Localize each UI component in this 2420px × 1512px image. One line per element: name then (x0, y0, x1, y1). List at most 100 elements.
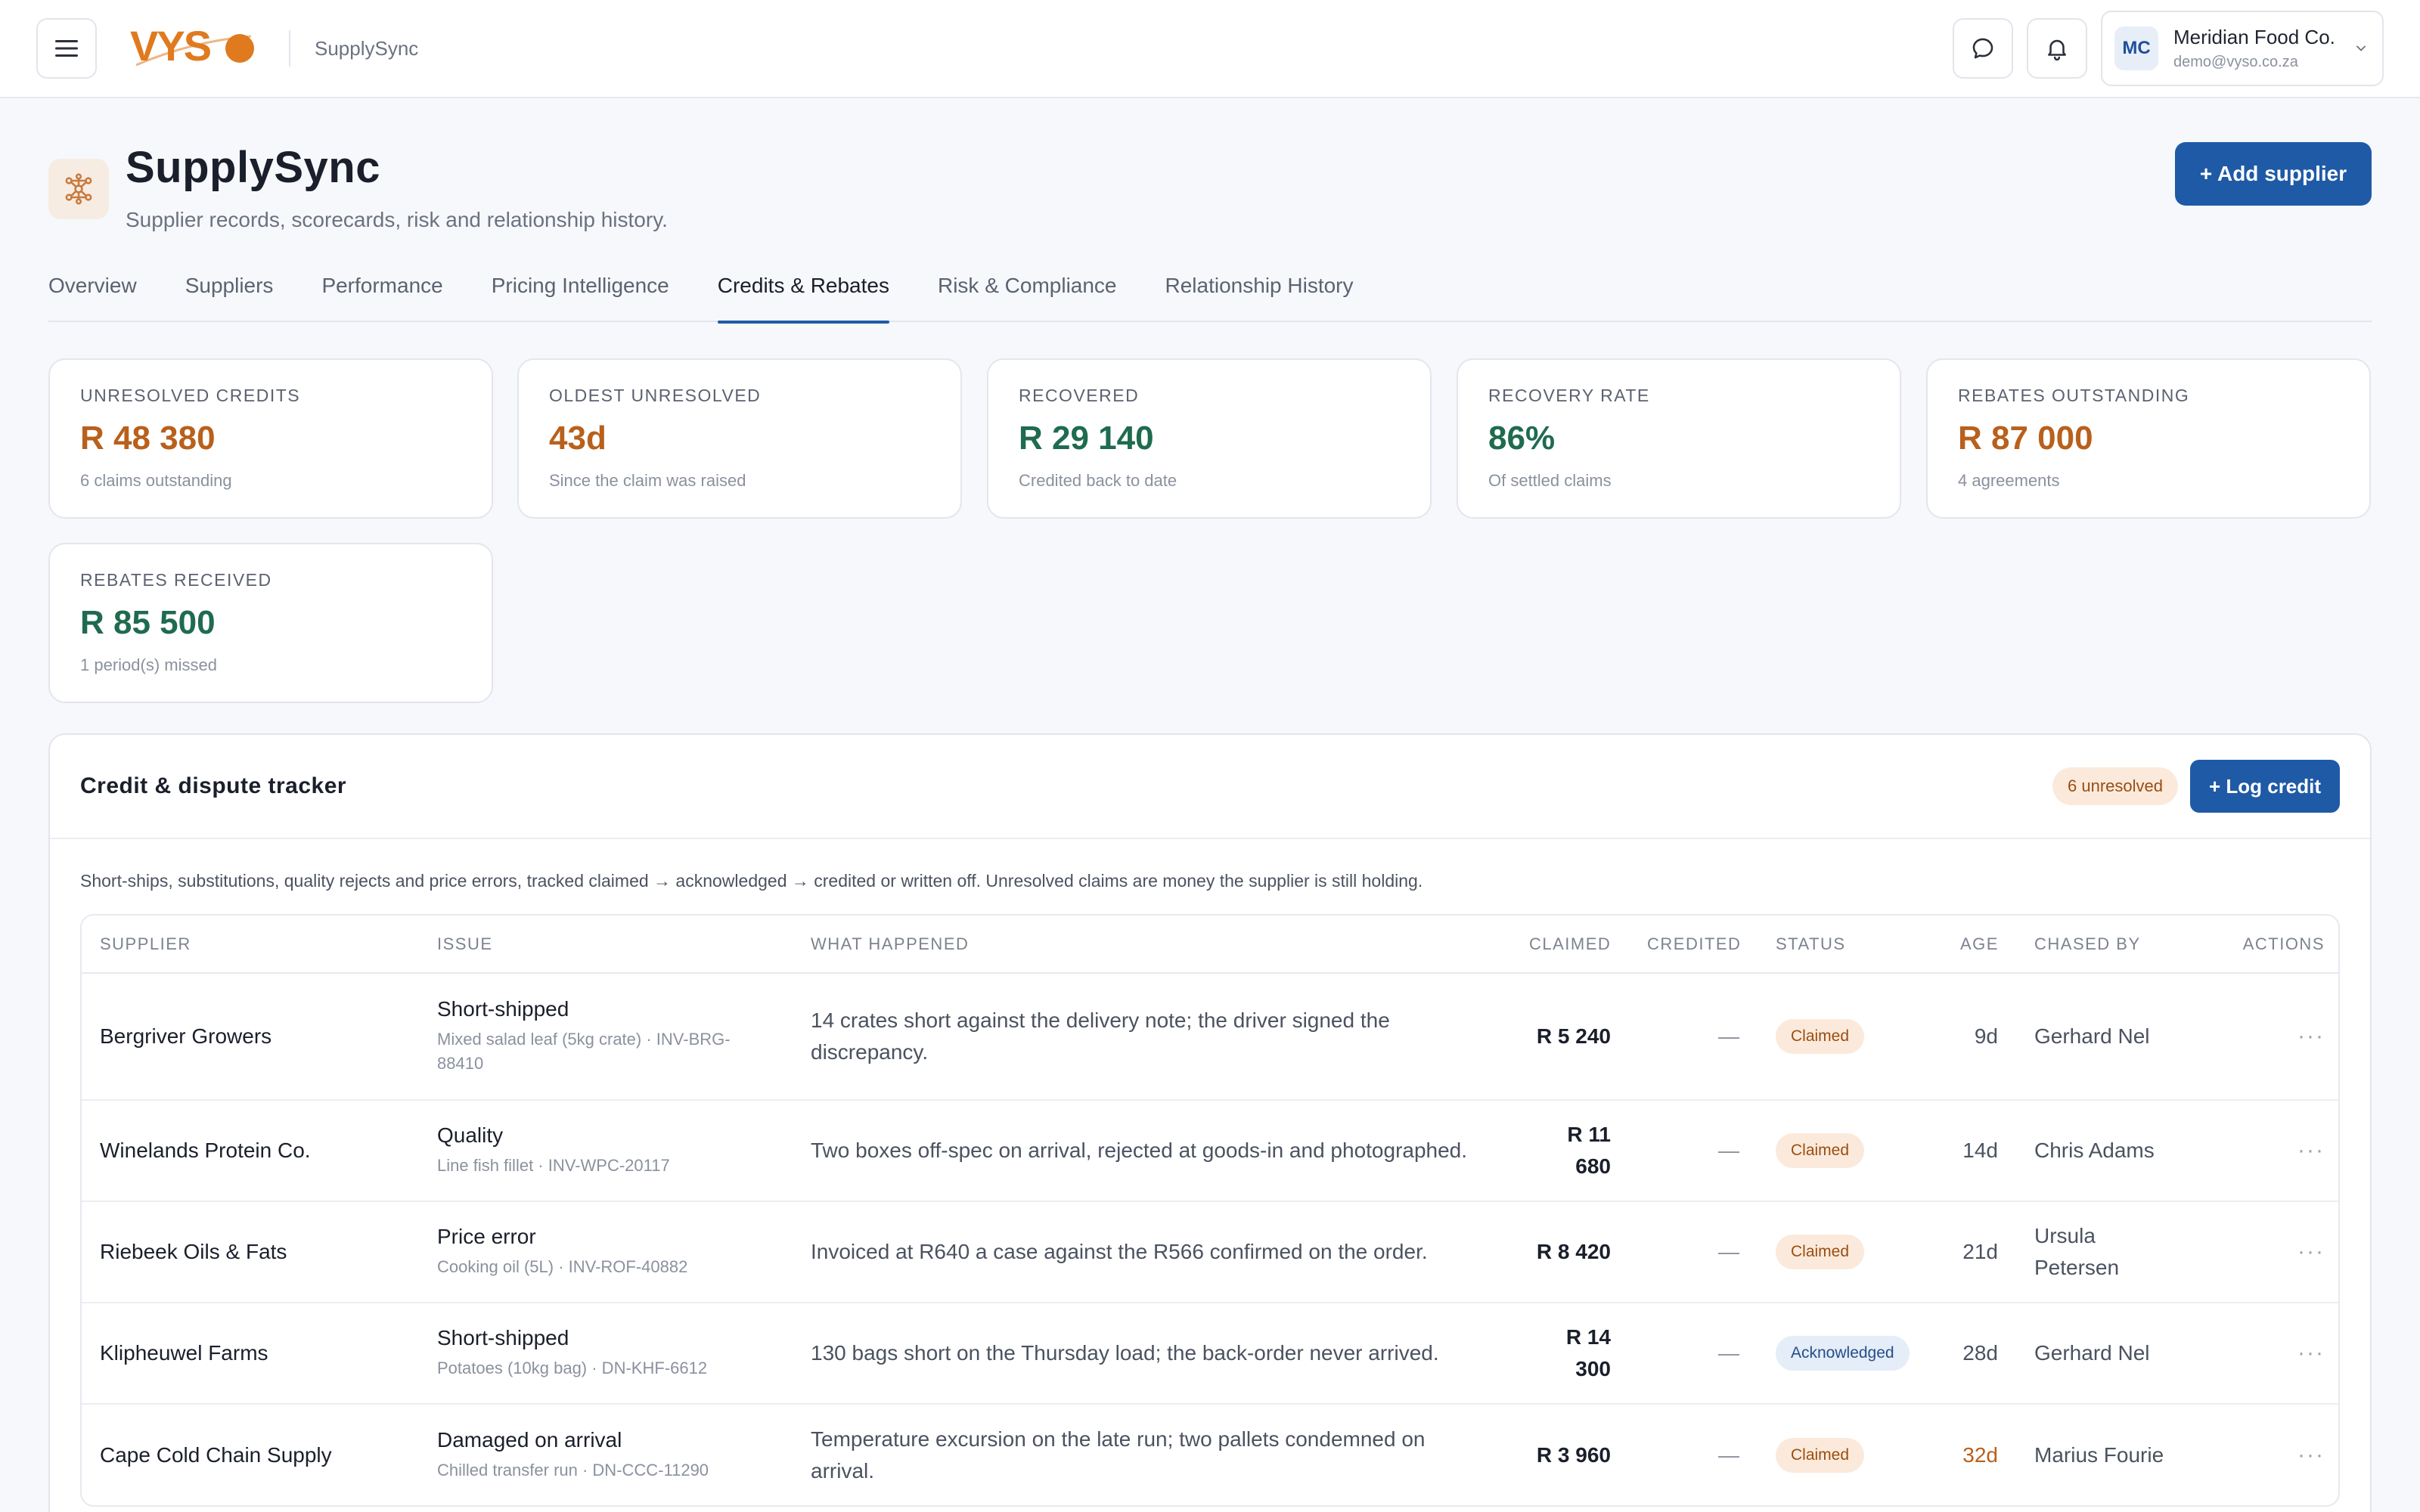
age: 14d (1942, 1100, 2016, 1202)
tab-suppliers[interactable]: Suppliers (185, 263, 274, 322)
kpi-value: R 29 140 (1019, 420, 1154, 457)
header-divider (289, 30, 290, 67)
col-chased-by[interactable]: Chased by (2016, 916, 2195, 974)
col-status[interactable]: Status (1758, 916, 1942, 974)
chased-by: Gerhard Nel (2034, 1024, 2150, 1048)
chevron-down-icon (2356, 45, 2366, 51)
kpi-note: 4 agreements (1958, 471, 2060, 490)
tab-bar: Overview Suppliers Performance Pricing I… (48, 263, 2372, 324)
row-actions-menu[interactable]: ··· (2195, 973, 2338, 1101)
row-actions-menu[interactable]: ··· (2195, 1303, 2338, 1405)
tab-pricing-intelligence[interactable]: Pricing Intelligence (492, 263, 669, 322)
account-switcher[interactable]: MC Meridian Food Co. demo@vyso.co.za (2101, 11, 2384, 86)
tab-performance[interactable]: Performance (321, 263, 442, 322)
kpi-label: Oldest unresolved (549, 386, 762, 405)
page-header: SupplySync Supplier records, scorecards,… (48, 142, 668, 232)
row-actions-menu[interactable]: ··· (2195, 1201, 2338, 1303)
supplier-name[interactable]: Cape Cold Chain Supply (100, 1443, 332, 1467)
page-subtitle: Supplier records, scorecards, risk and r… (126, 208, 668, 231)
table-row[interactable]: Bergriver Growers Short-shipped Mixed sa… (82, 973, 2338, 1101)
table-row[interactable]: Cape Cold Chain Supply Damaged on arriva… (82, 1404, 2338, 1505)
col-what-happened[interactable]: What happened (793, 916, 1511, 974)
row-actions-menu[interactable]: ··· (2195, 1100, 2338, 1202)
kpi-note: Of settled claims (1488, 471, 1612, 490)
col-supplier[interactable]: Supplier (82, 916, 419, 974)
account-name: Meridian Food Co. (2173, 26, 2335, 48)
supplier-name[interactable]: Klipheuwel Farms (100, 1341, 268, 1365)
kpi-rebates-outstanding: Rebates outstanding R 87 000 4 agreement… (1926, 358, 2371, 519)
claimed-amount: R 3 960 (1536, 1442, 1611, 1467)
add-supplier-button[interactable]: + Add supplier (2175, 142, 2372, 206)
chased-by: Gerhard Nel (2034, 1341, 2150, 1365)
status-badge: Claimed (1776, 1437, 1865, 1473)
status-badge: Claimed (1776, 1019, 1865, 1054)
kpi-value: R 48 380 (80, 420, 216, 457)
what-happened: 130 bags short on the Thursday load; the… (811, 1341, 1439, 1365)
chased-by: Marius Fourie (2034, 1442, 2164, 1467)
credited-amount: — (1629, 1303, 1758, 1405)
kpi-note: 1 period(s) missed (80, 655, 217, 674)
credited-amount: — (1718, 1442, 1739, 1467)
issue-type: Price error (437, 1225, 536, 1248)
credited-amount: — (1629, 1201, 1758, 1303)
table-row[interactable]: Winelands Protein Co. Quality Line fish … (82, 1100, 2338, 1202)
kpi-label: Rebates received (80, 570, 272, 590)
kpi-oldest-unresolved: Oldest unresolved 43d Since the claim wa… (517, 358, 962, 519)
kpi-note: Since the claim was raised (549, 471, 746, 490)
chased-by: Chris Adams (2034, 1139, 2155, 1162)
what-happened: Invoiced at R640 a case against the R566… (811, 1240, 1428, 1263)
credited-amount: — (1629, 973, 1758, 1101)
tab-credits-rebates[interactable]: Credits & Rebates (717, 263, 890, 324)
col-credited[interactable]: Credited (1629, 916, 1758, 974)
age: 32d (1962, 1442, 1998, 1467)
kpi-label: Recovery rate (1488, 386, 1650, 405)
kpi-label: Recovered (1019, 386, 1140, 405)
log-credit-button[interactable]: + Log credit (2190, 760, 2340, 813)
issue-detail: Potatoes (10kg bag) · DN-KHF-6612 (437, 1359, 708, 1377)
kpi-recovered: Recovered R 29 140 Credited back to date (987, 358, 1432, 519)
kpi-label: Unresolved credits (80, 386, 301, 405)
col-actions: Actions (2195, 916, 2338, 974)
issue-type: Quality (437, 1123, 504, 1147)
issue-detail: Mixed salad leaf (5kg crate) · INV-BRG-8… (437, 1030, 731, 1073)
row-actions-menu[interactable]: ··· (2195, 1404, 2338, 1505)
tab-risk-compliance[interactable]: Risk & Compliance (938, 263, 1117, 322)
kpi-note: 6 claims outstanding (80, 471, 232, 490)
credits-table-wrapper: Supplier Issue What happened Claimed Cre… (80, 914, 2340, 1507)
tab-relationship-history[interactable]: Relationship History (1165, 263, 1354, 322)
kpi-value: R 85 500 (80, 604, 216, 641)
unresolved-badge: 6 unresolved (2052, 767, 2178, 805)
vyso-logo: VYS (130, 26, 254, 70)
issue-detail: Chilled transfer run · DN-CCC-11290 (437, 1460, 709, 1479)
col-claimed[interactable]: Claimed (1511, 916, 1629, 974)
kpi-value: 86% (1488, 420, 1556, 457)
supplier-name[interactable]: Bergriver Growers (100, 1024, 271, 1048)
col-issue[interactable]: Issue (419, 916, 793, 974)
issue-type: Damaged on arrival (437, 1427, 622, 1452)
supplier-name[interactable]: Riebeek Oils & Fats (100, 1240, 287, 1263)
page-heading: SupplySync Supplier records, scorecards,… (126, 142, 668, 232)
claimed-amount: R 11 680 (1567, 1123, 1611, 1178)
age: 21d (1942, 1201, 2016, 1303)
kpi-value: 43d (549, 420, 607, 457)
supplier-name[interactable]: Winelands Protein Co. (100, 1139, 311, 1162)
network-nodes-icon (65, 173, 92, 205)
messages-button[interactable] (1953, 18, 2013, 79)
issue-type: Short-shipped (437, 1326, 569, 1349)
what-happened: Temperature excursion on the late run; t… (811, 1427, 1426, 1483)
kpi-note: Credited back to date (1019, 471, 1177, 490)
kpi-recovery-rate: Recovery rate 86% Of settled claims (1457, 358, 1901, 519)
tracker-header: Credit & dispute tracker 6 unresolved + … (50, 735, 2370, 839)
tab-overview[interactable]: Overview (48, 263, 137, 322)
tracker-actions: 6 unresolved + Log credit (2052, 760, 2340, 813)
col-age[interactable]: Age (1942, 916, 2016, 974)
table-row[interactable]: Riebeek Oils & Fats Price error Cooking … (82, 1201, 2338, 1303)
hamburger-icon (55, 40, 78, 57)
notifications-button[interactable] (2027, 18, 2087, 79)
brand-logo[interactable]: VYS (130, 26, 259, 71)
claimed-amount: R 14 300 (1565, 1325, 1611, 1380)
issue-type: Short-shipped (437, 997, 569, 1021)
chat-bubble-icon (1972, 38, 1993, 59)
menu-button[interactable] (36, 18, 97, 79)
table-row[interactable]: Klipheuwel Farms Short-shipped Potatoes … (82, 1303, 2338, 1405)
